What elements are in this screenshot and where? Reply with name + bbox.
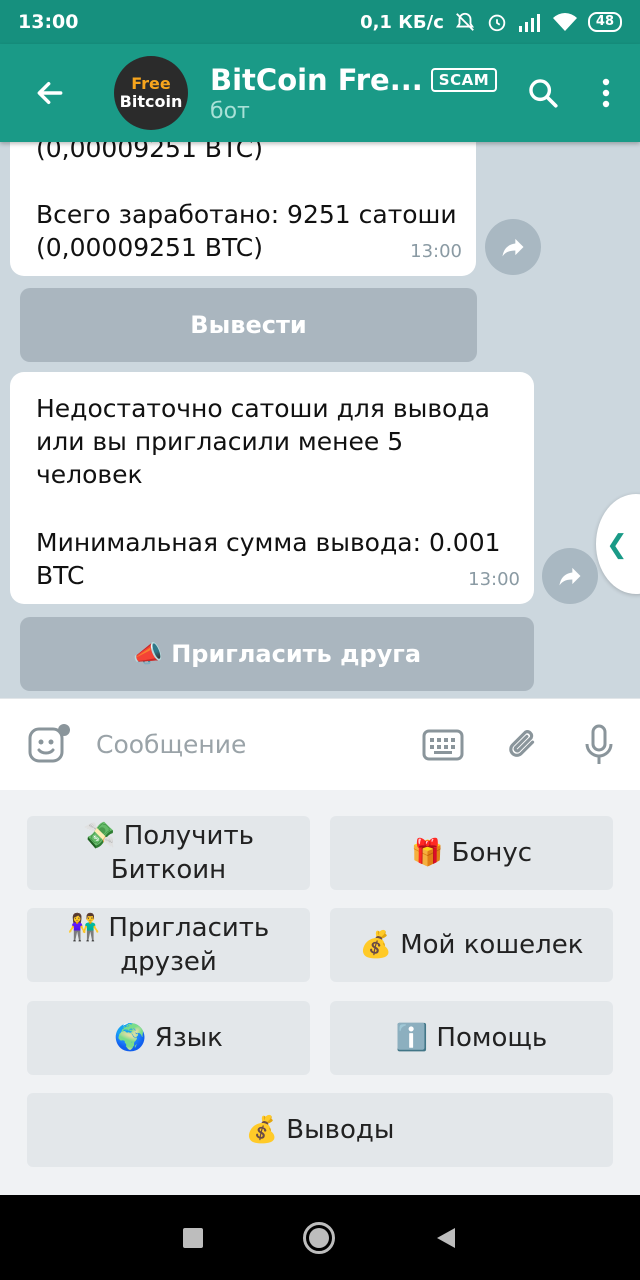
message-bubble: Недостаточно сатоши для вывода или вы пр… [10,372,534,604]
signal-icon [518,14,540,32]
message-text: или вы пригласили менее 5 [36,427,404,456]
message-input-bar: Сообщение [0,698,640,790]
bot-keyboard: 💸 Получить Биткоин 🎁 Бонус 👫 Пригласить … [0,790,640,1195]
microphone-icon[interactable] [584,724,614,766]
message-text: человек [36,460,143,489]
invite-friend-inline-button[interactable]: 📣 Пригласить друга [20,617,534,691]
my-wallet-button[interactable]: 💰 Мой кошелек [330,908,613,982]
button-label: 👫 Пригласить [67,913,270,943]
sticker-icon[interactable] [24,721,72,769]
language-button[interactable]: 🌍 Язык [27,1001,310,1075]
button-label: друзей [120,947,217,977]
search-icon[interactable] [526,76,560,110]
recents-button[interactable] [183,1227,203,1248]
message-text: Недостаточно сатоши для вывода [36,394,490,423]
system-nav-bar [0,1195,640,1280]
status-bar: 13:00 0,1 КБ/с 48 [0,0,640,44]
chat-subtitle: бот [210,98,250,124]
button-label: Биткоин [110,855,227,885]
keyboard-icon[interactable] [422,729,464,761]
share-button[interactable] [542,548,598,604]
message-bubble: (0,00009251 BTC) Всего заработано: 9251 … [10,142,476,276]
status-time: 13:00 [18,11,79,33]
avatar-line2: Bitcoin [119,92,183,111]
message-text: Минимальная сумма вывода: 0.001 [36,528,501,557]
bot-avatar[interactable]: Free Bitcoin [114,56,188,130]
chat-area[interactable]: (0,00009251 BTC) Всего заработано: 9251 … [0,142,640,698]
withdraw-inline-button[interactable]: Вывести [20,288,477,362]
message-text: Всего заработано: 9251 сатоши [36,200,457,229]
arrow-left-icon [37,81,63,105]
battery-indicator: 48 [587,12,622,32]
bonus-button[interactable]: 🎁 Бонус [330,816,613,890]
message-text: (0,00009251 BTC) [36,233,263,262]
mute-bell-icon [455,12,474,31]
get-bitcoin-button[interactable]: 💸 Получить Биткоин [27,816,310,890]
chevron-left-icon: ❮ [606,530,628,560]
message-text: (0,00009251 BTC) [36,142,263,163]
side-panel-tab[interactable]: ❮ [596,494,640,594]
message-time: 13:00 [410,241,462,262]
chat-info[interactable]: BitCoin Fre... SCAM бот [210,62,498,124]
share-arrow-icon [559,567,581,586]
wifi-icon [552,13,577,31]
alarm-icon [488,14,506,32]
share-button[interactable] [485,219,541,275]
network-speed: 0,1 КБ/с [360,11,444,33]
scam-badge: SCAM [430,67,498,92]
button-label: 💸 Получить [83,821,254,851]
attach-icon[interactable] [506,725,542,765]
more-vertical-icon[interactable] [600,76,612,110]
message-time: 13:00 [468,569,520,590]
back-button[interactable] [20,63,80,123]
chat-header: Free Bitcoin BitCoin Fre... SCAM бот [0,44,640,142]
back-nav-icon[interactable] [435,1226,457,1250]
avatar-line1: Free [131,74,171,93]
share-arrow-icon [502,238,524,257]
help-button[interactable]: ℹ️ Помощь [330,1001,613,1075]
home-button[interactable] [303,1221,335,1254]
invite-friends-button[interactable]: 👫 Пригласить друзей [27,908,310,982]
message-input[interactable]: Сообщение [96,730,246,759]
chat-title: BitCoin Fre... [210,62,423,97]
withdrawals-button[interactable]: 💰 Выводы [27,1093,613,1167]
message-text: BTC [36,561,85,590]
